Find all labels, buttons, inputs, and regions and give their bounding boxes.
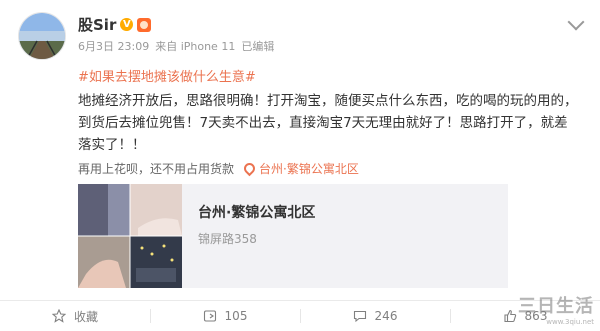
comment-count: 246 [374,309,398,323]
post-meta: 6月3日 23:09 来自 iPhone 11 已编辑 [78,38,274,54]
repost-count: 105 [224,309,248,323]
site-watermark: 三日生活 www.3qiu.net [518,292,594,326]
location-info: 台州·繁锦公寓北区 锦屏路358 [182,184,315,288]
location-card-address: 锦屏路358 [198,232,257,246]
watermark-sub: www.3qiu.net [546,318,594,326]
location-pin-icon [241,160,258,177]
post-body: 地摊经济开放后，思路很明确！打开淘宝，随便买点什么东西，吃的喝的玩的用的，到货后… [78,93,578,153]
location-tag-label: 台州·繁锦公寓北区 [259,162,359,176]
favorite-button[interactable]: 收藏 [0,301,150,331]
verified-badge-icon: V [120,18,134,31]
location-thumbnail [78,184,182,288]
edited-label[interactable]: 已编辑 [241,38,274,54]
user-name[interactable]: 股Sir [78,14,116,35]
comment-icon [353,310,366,323]
repost-button[interactable]: 105 [150,301,300,331]
post-datetime[interactable]: 6月3日 23:09 [78,38,149,54]
comment-button[interactable]: 246 [300,301,450,331]
favorite-label: 收藏 [73,309,98,324]
avatar[interactable] [18,12,66,60]
repost-icon [203,310,216,322]
chevron-down-icon[interactable] [567,13,585,31]
location-tag[interactable]: 台州·繁锦公寓北区 [241,160,359,177]
hashtag-link[interactable]: #如果去摆地摊该做什么生意# [78,66,256,85]
location-card-title: 台州·繁锦公寓北区 [198,205,316,221]
vip-badge-icon [137,17,152,32]
payment-note: 再用上花呗，还不用占用货款 [78,162,235,176]
action-bar: 收藏 105 246 863 [0,300,600,331]
star-icon [51,309,66,323]
watermark-main: 三日生活 [518,296,594,317]
location-card[interactable]: 台州·繁锦公寓北区 锦屏路358 [78,184,508,288]
payment-row: 再用上花呗，还不用占用货款 台州·繁锦公寓北区 [78,160,359,177]
user-header: 股Sir V [78,14,152,35]
thumbs-up-icon [503,309,516,323]
post-source: 来自 iPhone 11 [155,40,236,53]
